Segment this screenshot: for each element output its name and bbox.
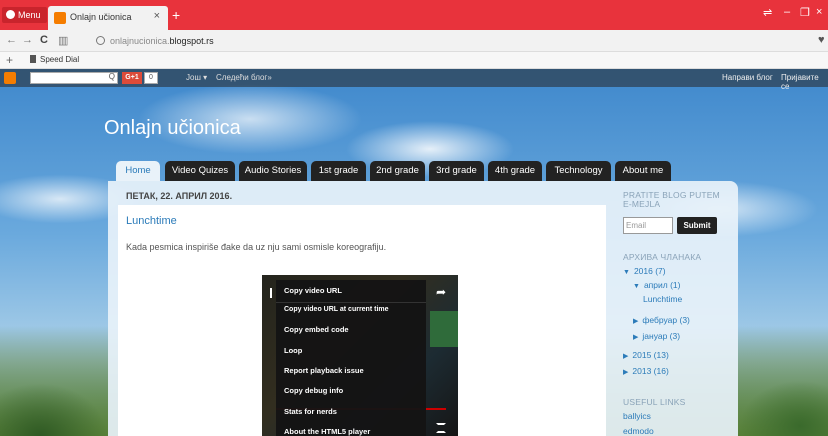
blog-title[interactable]: Onlajn učionica	[104, 117, 241, 140]
blogger-favicon-icon	[54, 12, 66, 24]
url-host: blogspot.rs	[169, 36, 214, 46]
menu-item-copy-video-url[interactable]: Copy video URL	[284, 286, 342, 295]
archive-january[interactable]: ▶ јануар (3)	[633, 331, 680, 341]
bookmark-bar: + Speed Dial	[0, 52, 828, 69]
caret-right-icon[interactable]: ▶	[623, 353, 628, 360]
blog-page: Q G+1 0 Још ▾ Следећи блог» Направи блог…	[0, 69, 828, 436]
caret-down-icon[interactable]: ▼	[623, 269, 630, 276]
video-title-marker-icon	[270, 288, 272, 298]
tab-video-quizes[interactable]: Video Quizes	[165, 161, 235, 181]
post-date: ПЕТАК, 22. АПРИЛ 2016.	[126, 191, 233, 201]
blogger-logo-icon[interactable]	[4, 72, 16, 84]
caret-right-icon[interactable]: ▶	[633, 318, 638, 325]
back-icon[interactable]: ←	[6, 34, 17, 46]
browser-tab[interactable]: Onlajn učionica ×	[48, 6, 168, 30]
menu-label: Menu	[18, 10, 41, 20]
heart-icon[interactable]: ♥	[818, 34, 825, 46]
link-ballyics[interactable]: ballyics	[623, 411, 651, 421]
next-blog-link[interactable]: Следећи блог»	[216, 73, 272, 82]
more-menu[interactable]: Још ▾	[186, 73, 207, 82]
blogger-navbar: Q G+1 0 Још ▾ Следећи блог» Направи блог…	[0, 69, 828, 91]
archive-post-lunchtime[interactable]: Lunchtime	[643, 294, 682, 304]
opera-logo-icon	[6, 10, 15, 19]
video-context-menu: Copy video URL Copy video URL at current…	[276, 280, 426, 436]
tab-about-me[interactable]: About me	[615, 161, 671, 181]
archive-label: 2013 (16)	[632, 366, 669, 376]
menu-item-report-playback-issue[interactable]: Report playback issue	[284, 366, 364, 375]
close-window-icon[interactable]: ×	[816, 6, 822, 18]
menu-item-copy-debug-info[interactable]: Copy debug info	[284, 386, 343, 395]
caret-right-icon[interactable]: ▶	[623, 369, 628, 376]
tab-title: Onlajn učionica	[70, 12, 132, 22]
tab-audio-stories[interactable]: Audio Stories	[239, 161, 307, 181]
sign-in-link[interactable]: Пријавите се	[781, 73, 828, 91]
archive-label: 2016 (7)	[633, 266, 666, 276]
archive-2016[interactable]: ▼ 2016 (7)	[623, 266, 666, 276]
archive-label: јануар (3)	[642, 331, 681, 341]
caret-down-icon[interactable]: ▼	[633, 283, 640, 290]
url-prefix: onlajnucionica.	[110, 36, 170, 46]
menu-item-copy-embed-code[interactable]: Copy embed code	[284, 325, 349, 334]
browser-titlebar: Menu Onlajn učionica × + ⇌ – ❐ ×	[0, 0, 828, 30]
share-icon[interactable]: ➦	[436, 285, 446, 299]
gplus-button[interactable]: G+1	[122, 72, 142, 84]
tab-3rd-grade[interactable]: 3rd grade	[429, 161, 484, 181]
menu-item-loop[interactable]: Loop	[284, 346, 302, 355]
tab-close-icon[interactable]: ×	[154, 10, 160, 22]
bookmark-icon	[30, 55, 36, 63]
tab-1st-grade[interactable]: 1st grade	[311, 161, 366, 181]
restore-icon[interactable]: ❐	[800, 6, 810, 19]
create-blog-link[interactable]: Направи блог	[722, 73, 773, 82]
menu-item-copy-url-current-time[interactable]: Copy video URL at current time	[284, 306, 389, 313]
menu-separator	[276, 302, 426, 303]
search-icon[interactable]: Q	[109, 72, 115, 81]
archive-february[interactable]: ▶ фебруар (3)	[633, 315, 690, 325]
archive-label: април (1)	[643, 280, 681, 290]
menu-item-about-html5-player[interactable]: About the HTML5 player	[284, 427, 370, 436]
speed-dial-grid-icon[interactable]: ▥	[58, 34, 68, 47]
follow-by-email-heading: PRATITE BLOG PUTEM E-MEJLA	[623, 190, 720, 209]
bookmark-speed-dial[interactable]: Speed Dial	[30, 55, 79, 64]
useful-links-heading: USEFUL LINKS	[623, 397, 686, 407]
link-edmodo[interactable]: edmodo	[623, 426, 654, 436]
browser-menu-button[interactable]: Menu	[2, 7, 47, 23]
new-tab-button[interactable]: +	[172, 8, 180, 22]
tab-menu-icon[interactable]: ⇌	[763, 6, 772, 19]
gplus-count: 0	[144, 72, 158, 84]
post-text: Kada pesmica inspiriše đake da uz nju sa…	[126, 242, 387, 252]
add-bookmark-icon[interactable]: +	[6, 53, 13, 67]
email-field[interactable]: Email addres	[623, 217, 673, 234]
globe-icon	[96, 36, 105, 45]
submit-button[interactable]: Submit	[677, 217, 717, 234]
archive-2015[interactable]: ▶ 2015 (13)	[623, 350, 669, 360]
tab-4th-grade[interactable]: 4th grade	[488, 161, 542, 181]
archive-2013[interactable]: ▶ 2013 (16)	[623, 366, 669, 376]
archive-heading: АРХИВА ЧЛАНАКА	[623, 252, 702, 262]
archive-label: 2015 (13)	[632, 350, 669, 360]
blog-search-input[interactable]: Q	[30, 72, 118, 84]
browser-navbar: ← → C ▥ onlajnucionica.blogspot.rs ♥	[0, 30, 828, 52]
menu-item-stats-for-nerds[interactable]: Stats for nerds	[284, 407, 337, 416]
fullscreen-icon[interactable]	[436, 423, 446, 433]
address-bar[interactable]: onlajnucionica.blogspot.rs	[96, 33, 816, 49]
caret-right-icon[interactable]: ▶	[633, 334, 638, 341]
tab-technology[interactable]: Technology	[546, 161, 611, 181]
archive-april[interactable]: ▼ април (1)	[633, 280, 680, 290]
bookmark-label: Speed Dial	[40, 55, 80, 64]
video-thumbnail-detail	[430, 311, 458, 347]
tab-2nd-grade[interactable]: 2nd grade	[370, 161, 425, 181]
reload-icon[interactable]: C	[40, 34, 48, 46]
tab-home[interactable]: Home	[116, 161, 160, 181]
post-title[interactable]: Lunchtime	[126, 215, 177, 227]
minimize-icon[interactable]: –	[784, 6, 790, 18]
forward-icon[interactable]: →	[22, 34, 33, 46]
archive-label: фебруар (3)	[642, 315, 690, 325]
